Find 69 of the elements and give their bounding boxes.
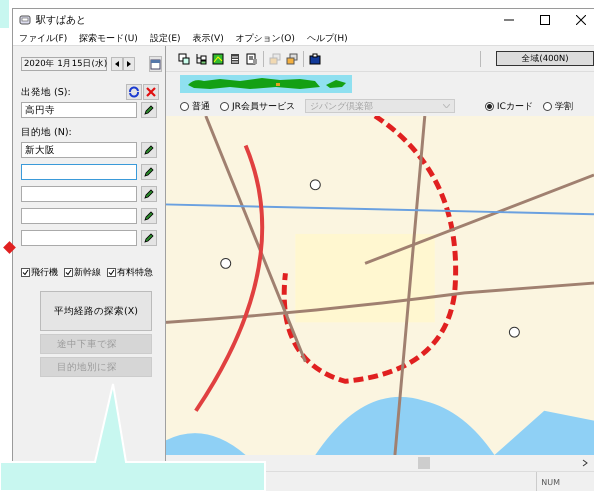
swap-button[interactable] [126,84,142,100]
clear-button[interactable] [143,84,159,100]
radio-label: 普通 [192,100,210,112]
checkbox[interactable] [107,268,116,277]
radio-button[interactable] [220,102,229,110]
date-field[interactable]: 2020年 1月15日(水) [21,57,107,71]
left-arrow-icon [115,61,119,67]
window-icon[interactable] [178,52,190,64]
radio-button[interactable] [542,102,552,110]
clipboard-icon[interactable] [309,52,321,64]
radio-label: ICカード [496,100,533,112]
radio-label: JR会員サービス [232,100,295,112]
scroll-right-icon[interactable] [582,459,588,467]
side-strip [0,0,9,28]
pencil-icon [144,211,154,221]
radio-label: 学割 [554,100,573,112]
pencil-icon [144,105,154,115]
search-button[interactable]: 平均経路の探索(X) [40,291,152,331]
destination-field[interactable] [21,230,137,246]
edit-button[interactable] [141,230,157,246]
menu-item[interactable]: 探索モード(U) [79,32,138,44]
edit-button[interactable] [141,142,157,158]
menu-item[interactable]: ファイル(F) [19,32,68,44]
menu-item[interactable]: 設定(E) [150,32,181,44]
pencil-icon [144,189,154,199]
origin-field[interactable]: 高円寺 [21,102,137,118]
edit-button[interactable] [141,186,157,202]
right-arrow-icon [127,61,131,67]
destination-field[interactable]: 新大阪 [21,142,137,158]
checkbox-label: 飛行機 [31,266,58,279]
destination-field[interactable] [21,186,137,202]
destination-field[interactable] [21,208,137,224]
stack-icon[interactable] [286,52,298,64]
checkbox[interactable] [21,268,30,277]
pencil-icon [144,167,154,177]
scope-button[interactable]: 全域(400N) [496,51,594,66]
window-title: 駅すぱあと [36,14,87,27]
num-lock-indicator: NUM [536,472,564,491]
edit-button[interactable] [141,102,157,118]
calendar-icon [150,58,161,70]
chevron-icon [442,104,450,108]
checkbox[interactable] [64,268,73,277]
destination-label: 目的地 (N): [21,126,73,139]
checkbox-label: 有料特急 [117,266,153,279]
close-icon[interactable] [576,15,586,25]
menu-item[interactable]: オプション(O) [236,32,295,44]
edit-button[interactable] [141,208,157,224]
maximize-icon[interactable] [540,15,550,25]
app-icon [19,14,31,26]
destination-field[interactable] [21,164,137,180]
edit-button[interactable] [141,164,157,180]
document-icon[interactable] [246,52,258,64]
menu-item[interactable]: ヘルプ(H) [306,32,348,44]
radio-button[interactable] [484,102,494,110]
checkbox-label: 新幹線 [74,266,101,279]
origin-label: 出発地 (S): [21,86,71,98]
image-icon[interactable] [212,52,224,64]
radio-button[interactable] [180,102,189,110]
calendar-button[interactable] [149,56,162,72]
pencil-icon [144,233,154,243]
next-button[interactable] [123,57,135,71]
scrollbar-thumb[interactable] [418,457,430,469]
refresh-icon [128,86,140,98]
previous-button[interactable] [111,57,123,71]
pencil-icon [144,145,154,155]
close-icon [146,87,156,97]
tree-icon[interactable] [195,52,207,64]
menu-item[interactable]: 表示(V) [192,32,224,44]
list-icon[interactable] [229,52,241,64]
